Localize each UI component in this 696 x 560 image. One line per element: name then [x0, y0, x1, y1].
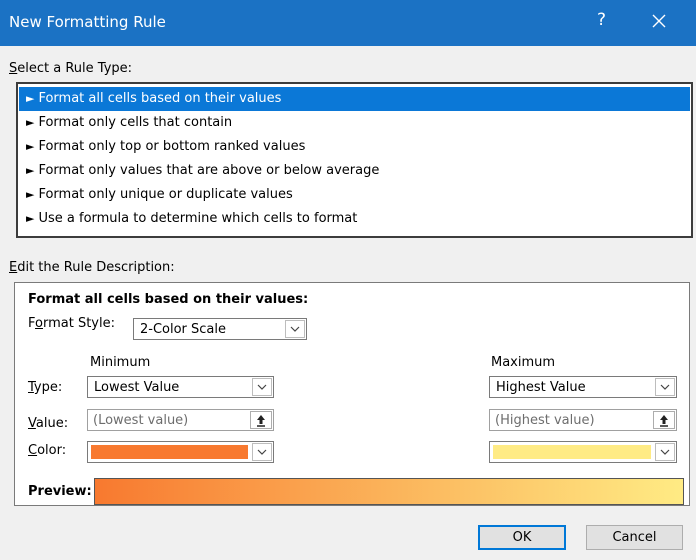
chevron-down-icon[interactable] [252, 378, 272, 396]
min-color-select[interactable] [87, 441, 274, 463]
ok-button[interactable]: OK [478, 525, 566, 550]
cancel-button[interactable]: Cancel [586, 525, 683, 550]
maximum-header: Maximum [491, 355, 556, 370]
min-type-select[interactable]: Lowest Value [87, 376, 274, 398]
minimum-header: Minimum [90, 355, 151, 370]
chevron-down-icon[interactable] [655, 443, 675, 461]
help-button[interactable]: ? [597, 10, 606, 30]
rule-type-item[interactable]: ► Format all cells based on their values [19, 87, 690, 111]
arrow-right-icon: ► [26, 140, 35, 153]
preview-label: Preview: [28, 484, 92, 499]
arrow-right-icon: ► [26, 164, 35, 177]
rule-type-item[interactable]: ► Format only unique or duplicate values [19, 183, 690, 207]
arrow-right-icon: ► [26, 92, 35, 105]
max-value-input[interactable]: (Highest value) [489, 409, 677, 431]
format-style-select[interactable]: 2-Color Scale [133, 318, 307, 340]
collapse-dialog-icon[interactable] [653, 411, 675, 429]
rule-description-label: Edit the Rule Description: [9, 260, 175, 275]
rule-type-item[interactable]: ► Use a formula to determine which cells … [19, 207, 690, 231]
description-heading: Format all cells based on their values: [28, 292, 309, 307]
title-bar: New Formatting Rule ? [0, 0, 696, 46]
color-label: Color: [28, 443, 67, 458]
min-value-input[interactable]: (Lowest value) [87, 409, 274, 431]
type-label: Type: [28, 380, 63, 395]
max-color-select[interactable] [489, 441, 677, 463]
preview-gradient [94, 478, 684, 505]
rule-type-label: Select a Rule Type: [9, 61, 133, 76]
max-color-swatch [493, 445, 651, 459]
window-title: New Formatting Rule [9, 13, 166, 31]
format-style-label: Format Style: [28, 316, 115, 331]
arrow-right-icon: ► [26, 116, 35, 129]
rule-type-list[interactable]: ► Format all cells based on their values … [16, 82, 693, 238]
chevron-down-icon[interactable] [655, 378, 675, 396]
rule-type-item[interactable]: ► Format only cells that contain [19, 111, 690, 135]
value-label: Value: [28, 416, 69, 431]
chevron-down-icon[interactable] [285, 320, 305, 338]
arrow-right-icon: ► [26, 188, 35, 201]
rule-type-item[interactable]: ► Format only values that are above or be… [19, 159, 690, 183]
collapse-dialog-icon[interactable] [250, 411, 272, 429]
max-type-select[interactable]: Highest Value [489, 376, 677, 398]
chevron-down-icon[interactable] [252, 443, 272, 461]
rule-type-item[interactable]: ► Format only top or bottom ranked values [19, 135, 690, 159]
arrow-right-icon: ► [26, 212, 35, 225]
min-color-swatch [91, 445, 248, 459]
close-icon[interactable] [651, 13, 671, 33]
